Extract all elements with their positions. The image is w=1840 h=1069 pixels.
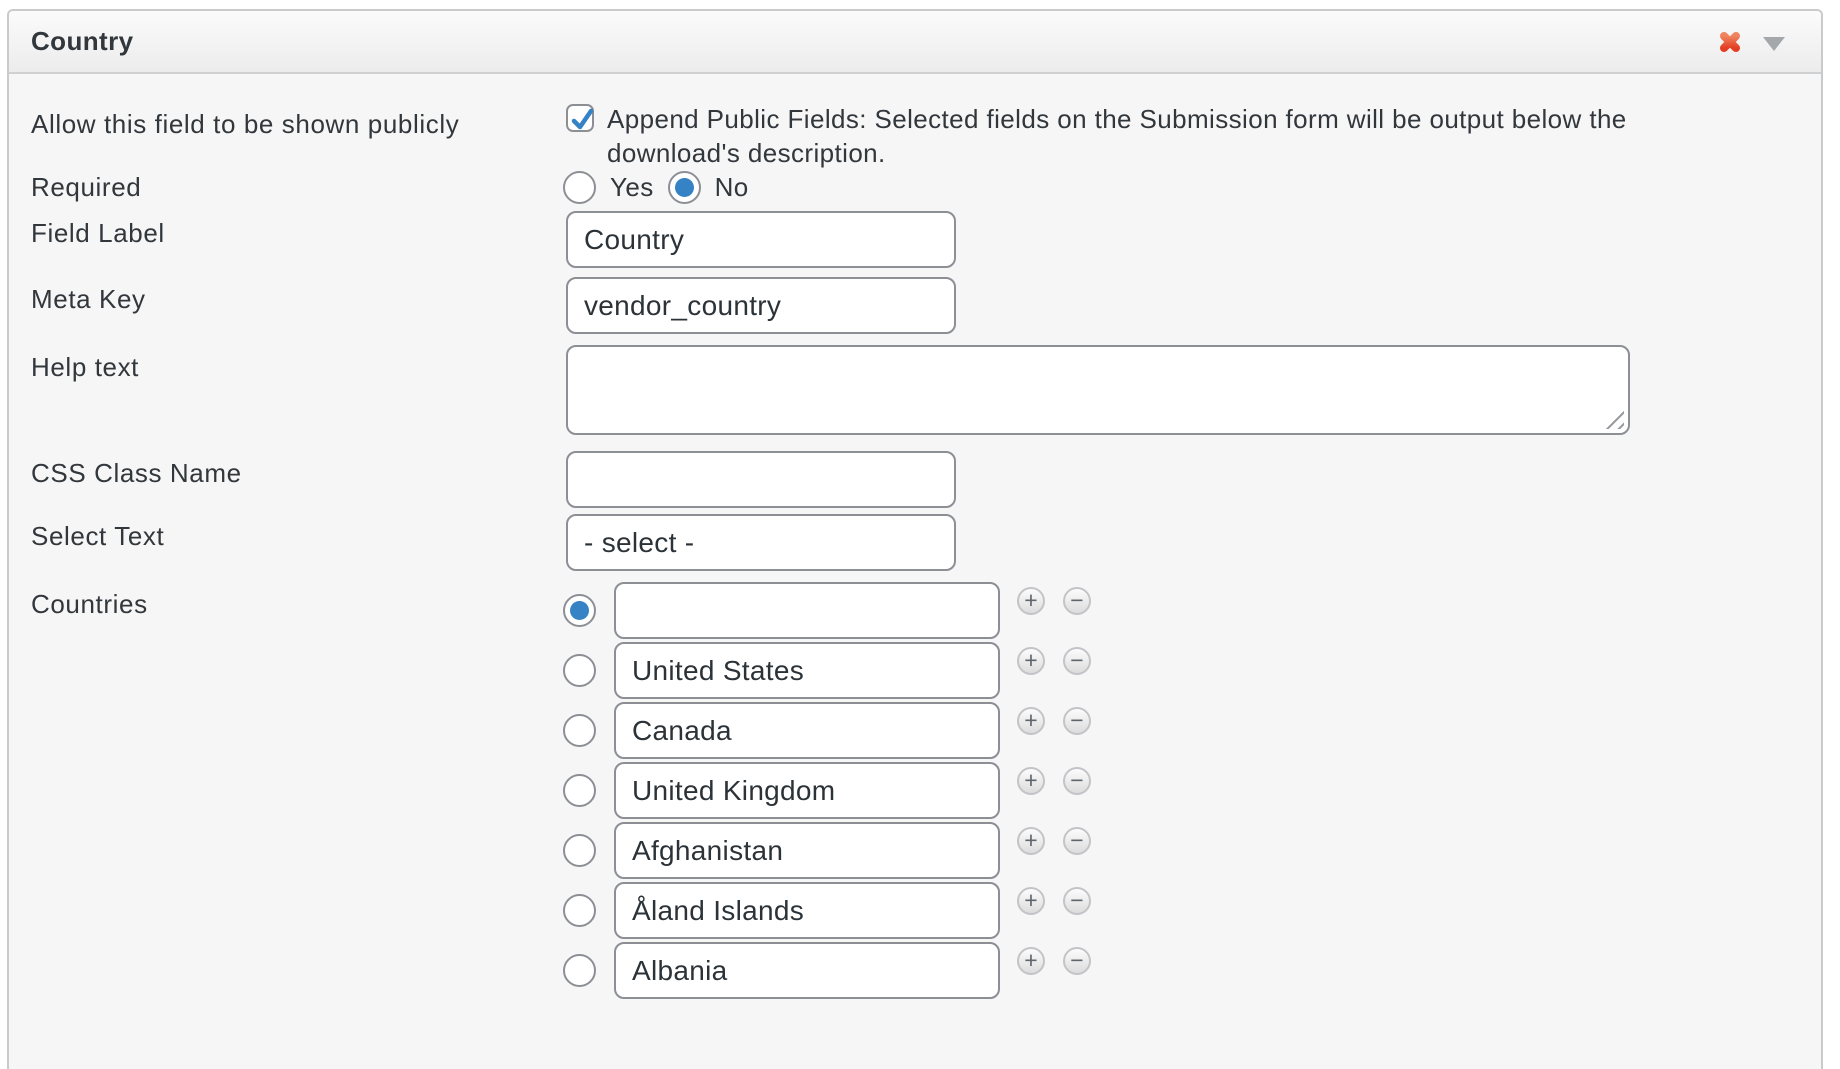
country-option-row: + − [563,762,1091,819]
select-text-label: Select Text [31,514,563,553]
row-field-label: Field Label [31,211,1821,268]
field-label-label: Field Label [31,211,563,250]
css-class-label: CSS Class Name [31,451,563,490]
countries-option-list: + − + − + − + − + − + − + − [563,582,1091,1002]
country-name-input[interactable] [614,762,1000,819]
add-option-button[interactable]: + [1017,887,1045,915]
countries-label: Countries [31,582,563,621]
help-text-label: Help text [31,345,563,384]
country-name-input[interactable] [614,582,1000,639]
country-option-row: + − [563,822,1091,879]
row-help-text: Help text [31,345,1821,435]
checkmark-icon [567,104,597,134]
delete-field-x-icon[interactable] [1717,29,1743,55]
add-option-button[interactable]: + [1017,767,1045,795]
country-option-row: + − [563,882,1091,939]
remove-option-button[interactable]: − [1063,767,1091,795]
country-default-radio[interactable] [563,894,596,927]
country-name-input[interactable] [614,642,1000,699]
country-option-row: + − [563,642,1091,699]
add-option-button[interactable]: + [1017,587,1045,615]
country-option-row: + − [563,942,1091,999]
remove-option-button[interactable]: − [1063,887,1091,915]
country-name-input[interactable] [614,942,1000,999]
css-class-input[interactable] [566,451,956,508]
required-radio-group: Yes No [563,170,749,204]
country-option-row: + − [563,702,1091,759]
public-field-label: Allow this field to be shown publicly [31,102,563,141]
help-text-textarea[interactable] [566,345,1630,435]
collapse-toggle-arrow-icon[interactable] [1763,37,1785,51]
select-text-input[interactable] [566,514,956,571]
country-default-radio[interactable] [563,714,596,747]
header-icons [1717,29,1785,55]
add-option-button[interactable]: + [1017,947,1045,975]
country-name-input[interactable] [614,882,1000,939]
required-yes-label[interactable]: Yes [610,172,654,203]
remove-option-button[interactable]: − [1063,947,1091,975]
meta-key-input[interactable] [566,277,956,334]
country-default-radio[interactable] [563,654,596,687]
append-public-fields-checkbox[interactable] [566,104,594,132]
panel-header: Country [9,11,1821,74]
row-css-class: CSS Class Name [31,451,1821,508]
panel-title: Country [31,26,133,57]
country-default-radio[interactable] [563,954,596,987]
row-public-field: Allow this field to be shown publicly Ap… [31,102,1821,170]
remove-option-button[interactable]: − [1063,647,1091,675]
row-select-text: Select Text [31,514,1821,571]
add-option-button[interactable]: + [1017,827,1045,855]
country-default-radio[interactable] [563,834,596,867]
required-no-radio[interactable] [668,171,701,204]
add-option-button[interactable]: + [1017,647,1045,675]
panel-body: Allow this field to be shown publicly Ap… [9,74,1821,1002]
add-option-button[interactable]: + [1017,707,1045,735]
country-default-radio[interactable] [563,594,596,627]
country-default-radio[interactable] [563,774,596,807]
country-option-row: + − [563,582,1091,639]
row-countries: Countries + − + − + − + − + − + − [31,582,1821,1002]
remove-option-button[interactable]: − [1063,827,1091,855]
country-name-input[interactable] [614,822,1000,879]
meta-key-label: Meta Key [31,277,563,316]
country-name-input[interactable] [614,702,1000,759]
row-required: Required Yes No [31,170,1821,204]
field-settings-panel: Country Allow this field to be shown pub… [7,9,1823,1069]
field-label-input[interactable] [566,211,956,268]
required-yes-radio[interactable] [563,171,596,204]
remove-option-button[interactable]: − [1063,587,1091,615]
append-public-fields-description[interactable]: Append Public Fields: Selected fields on… [607,102,1747,170]
required-label: Required [31,170,563,204]
required-no-label[interactable]: No [715,172,749,203]
row-meta-key: Meta Key [31,277,1821,334]
remove-option-button[interactable]: − [1063,707,1091,735]
